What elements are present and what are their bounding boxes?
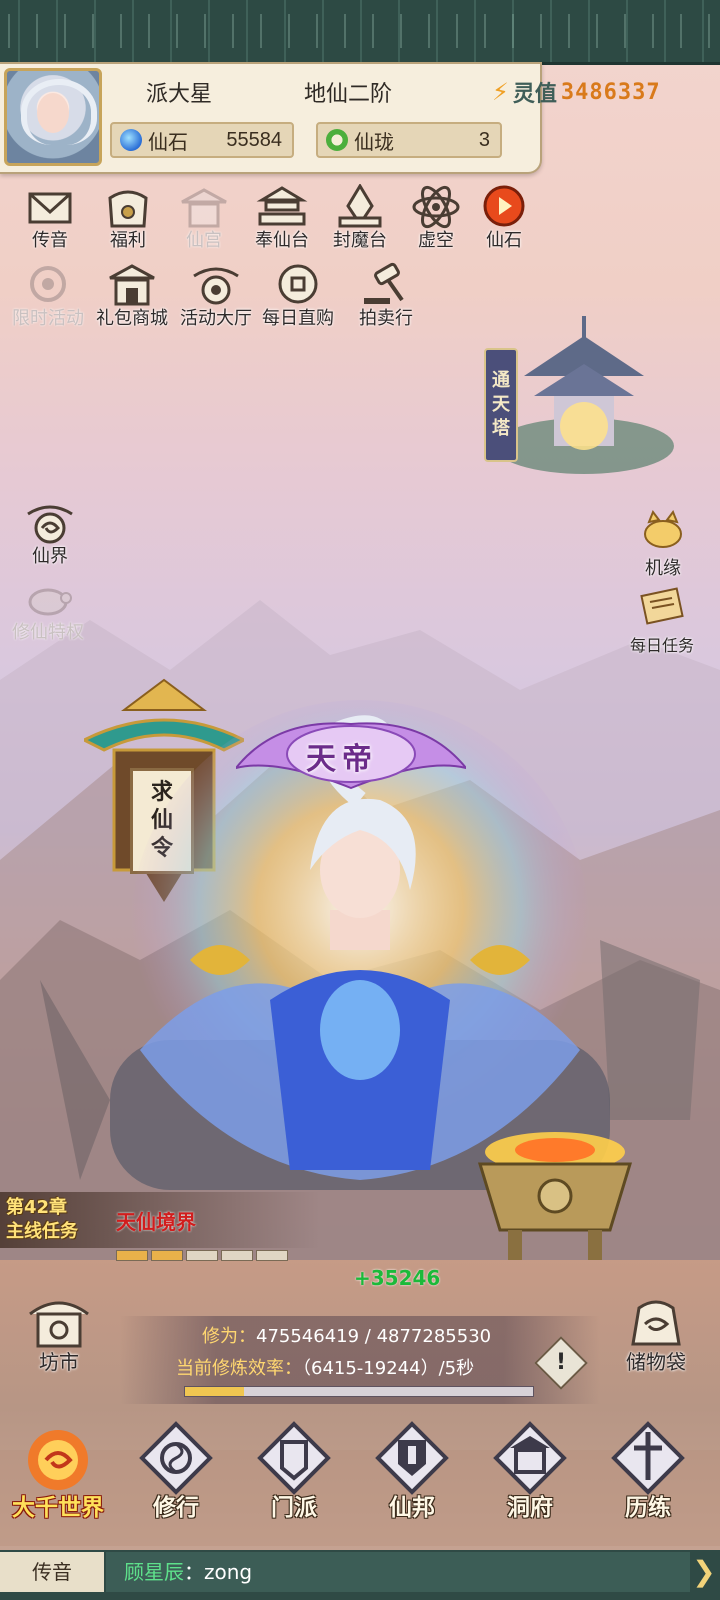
coin-icon (278, 264, 318, 304)
scroll-icon (640, 587, 684, 625)
fuli-button[interactable]: 福利 (92, 184, 164, 252)
golden-cat-icon (644, 509, 682, 548)
resource-label: 仙珑 (354, 129, 394, 154)
mission-chapter[interactable]: 第42章 主线任务 (6, 1196, 78, 1244)
market-icon (29, 1301, 89, 1348)
storage-bag-icon (631, 1300, 681, 1346)
nav-menpai[interactable]: 门派 (244, 1418, 344, 1522)
chat-message[interactable]: 顾星辰：zong (106, 1552, 690, 1592)
nav-xianbang[interactable]: 仙邦 (362, 1418, 462, 1522)
lightning-icon: ⚡ (492, 78, 509, 106)
nav-lilian[interactable]: 历练 (598, 1418, 698, 1522)
sect-crest-icon (257, 1421, 331, 1495)
sword-icon (611, 1421, 685, 1495)
progress-segment (221, 1250, 253, 1261)
cultivation-gain: +35246 (354, 1266, 441, 1290)
meiri-zhigou-button[interactable]: 每日直购 (262, 262, 334, 330)
resource-xianlong[interactable]: 仙珑 3 (316, 122, 502, 158)
alchemy-cauldron[interactable] (460, 1130, 650, 1270)
nav-xiuxing[interactable]: 修行 (126, 1418, 226, 1522)
player-name: 派大星 (146, 82, 213, 107)
realm-swirl-icon (27, 505, 73, 544)
resource-value: 55584 (226, 128, 282, 151)
nav-daqian-shijie[interactable]: 大千世界 (8, 1418, 108, 1522)
resource-xianshi[interactable]: 仙石 55584 (110, 122, 294, 158)
rate-line: 当前修炼效率：（6415-19244）/5秒 (176, 1358, 475, 1379)
chat-channel-tab[interactable]: 传音 (0, 1552, 104, 1592)
top-decorative-border (0, 0, 720, 65)
libao-shangcheng-button[interactable]: 礼包商城 (96, 262, 168, 330)
meiri-renwu-button[interactable]: 每日任务 (612, 584, 712, 656)
progress-segment (151, 1250, 183, 1261)
power-label: 灵值 (512, 82, 557, 107)
timed-event-icon (30, 266, 66, 302)
spirit-stone-icon (120, 129, 142, 151)
envelope-icon (28, 192, 72, 224)
resource-label: 仙石 (148, 129, 188, 154)
resource-value: 3 (478, 128, 490, 151)
atom-orbit-icon (412, 185, 460, 229)
palace-icon (181, 188, 227, 228)
xianshi-video-button[interactable]: 仙石 (468, 184, 540, 252)
power-display: ⚡ 灵值 3486337 (492, 76, 661, 108)
event-hall-icon (193, 267, 239, 305)
shop-pavilion-icon (109, 264, 155, 306)
mission-progress-bar (116, 1250, 288, 1261)
jiyuan-button[interactable]: 机缘 (618, 506, 708, 580)
player-avatar[interactable] (4, 68, 102, 166)
demon-seal-icon (338, 183, 382, 228)
paimaihang-button[interactable]: 拍卖行 (350, 262, 422, 330)
title-badge-text: 天帝 (306, 742, 378, 777)
alliance-shield-icon (375, 1421, 449, 1495)
xukong-button[interactable]: 虚空 (400, 184, 472, 252)
fangshi-button[interactable]: 坊市 (14, 1294, 104, 1375)
xiuxian-tequan-button[interactable]: 修仙特权 (12, 576, 84, 644)
player-rank: 地仙二阶 (304, 82, 393, 107)
xiangong-button[interactable]: 仙宫 (168, 184, 240, 252)
chuanyin-button[interactable]: 传音 (14, 184, 86, 252)
xianjie-button[interactable]: 仙界 (14, 500, 86, 568)
gift-bag-icon (108, 190, 148, 228)
huodong-dating-button[interactable]: 活动大厅 (180, 262, 252, 330)
cave-dwelling-icon (493, 1421, 567, 1495)
xiuwei-line: 修为：475546419 / 4877285530 (202, 1326, 492, 1347)
nav-dongfu[interactable]: 洞府 (480, 1418, 580, 1522)
fengxiantai-button[interactable]: 奉仙台 (246, 184, 318, 252)
gavel-icon (364, 262, 404, 304)
flame-swirl-icon (28, 1430, 88, 1490)
chat-text: ：zong (184, 1560, 253, 1584)
jade-ring-icon (326, 129, 348, 151)
power-value: 3486337 (560, 79, 661, 105)
xianshi-huodong-button[interactable]: 限时活动 (12, 262, 84, 330)
yin-yang-diamond-icon (139, 1421, 213, 1495)
chat-user: 顾星辰 (124, 1560, 184, 1584)
exclamation-icon: ! (555, 1350, 567, 1375)
chat-expand-arrow-icon[interactable]: ❯ (690, 1556, 718, 1588)
mission-realm: 天仙境界 (116, 1210, 196, 1234)
altar-icon (256, 186, 308, 226)
progress-segment (186, 1250, 218, 1261)
fengmotai-button[interactable]: 封魔台 (324, 183, 396, 252)
play-video-icon (483, 185, 525, 227)
turtle-icon (28, 588, 72, 616)
tongtian-tower-sign: 通天塔 (484, 348, 518, 462)
progress-segment (256, 1250, 288, 1261)
cultivation-progress-bar (184, 1386, 534, 1397)
progress-segment (116, 1250, 148, 1261)
chuwudai-button[interactable]: 储物袋 (606, 1294, 706, 1375)
